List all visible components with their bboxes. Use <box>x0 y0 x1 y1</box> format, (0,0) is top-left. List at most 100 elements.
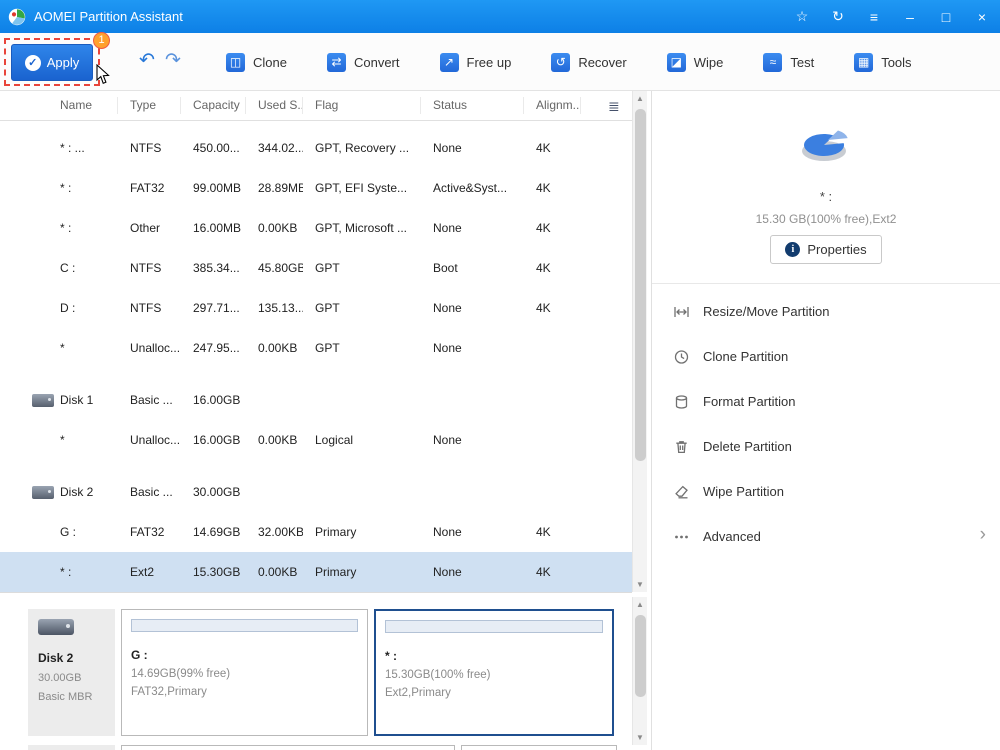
freeup-button[interactable]: ↗ Free up <box>439 52 511 72</box>
column-header[interactable]: Status <box>421 97 524 114</box>
column-header[interactable]: Name <box>0 97 118 114</box>
resize-icon <box>673 304 691 320</box>
disk-icon <box>38 619 74 635</box>
table-row-disk[interactable]: Disk 1 Basic ... 16.00GB <box>0 380 632 420</box>
action-clone-partition[interactable]: Clone Partition <box>652 334 1000 379</box>
cell-alignment: 4K <box>536 301 551 315</box>
wipe-icon: ◪ <box>666 52 686 72</box>
properties-button[interactable]: i Properties <box>770 235 882 264</box>
panel-divider <box>652 283 1000 284</box>
name-text: D : <box>60 301 76 315</box>
action-advanced[interactable]: Advanced › <box>652 514 1000 559</box>
cell-flag: GPT <box>315 341 340 355</box>
cell-name: C : <box>0 261 118 275</box>
minimize-icon[interactable]: – <box>892 0 928 33</box>
scroll-down-icon[interactable]: ▼ <box>633 577 647 592</box>
action-wipe-partition[interactable]: Wipe Partition <box>652 469 1000 514</box>
action-delete[interactable]: Delete Partition <box>652 424 1000 469</box>
properties-label: Properties <box>807 242 867 257</box>
cell-capacity: 15.30GB <box>193 565 241 579</box>
cell-status: None <box>433 221 462 235</box>
partition-info: 14.69GB(99% free) <box>131 668 231 680</box>
cell-name: Disk 2 <box>0 485 118 499</box>
table-row[interactable]: * Unalloc... 247.95... 0.00KB GPT None <box>0 328 632 368</box>
column-header[interactable]: Alignm... <box>524 97 581 114</box>
app-window: AOMEI Partition Assistant ☆ ↻ ≡ – □ × ✓ Apply… <box>0 0 1000 750</box>
scroll-up-icon[interactable]: ▲ <box>633 597 647 612</box>
toolbar: ✓ Apply 1 ↶ ↷ ◫ Clone ⇄ Convert ↗ Free up ↺ Rec… <box>0 32 1000 91</box>
column-header[interactable]: Used S... <box>246 97 303 114</box>
action-format[interactable]: Format Partition <box>652 379 1000 424</box>
column-header-filler <box>581 97 632 114</box>
disk-size: 30.00GB <box>38 672 82 684</box>
usage-bar <box>385 620 603 633</box>
action-resize[interactable]: Resize/Move Partition <box>652 289 1000 334</box>
cell-used: 0.00KB <box>258 221 298 235</box>
name-text: * : <box>60 221 72 235</box>
apply-highlight-outline: ✓ Apply 1 <box>4 32 110 86</box>
table-row-disk[interactable]: Disk 2 Basic ... 30.00GB <box>0 472 632 512</box>
recover-icon: ↺ <box>551 52 571 72</box>
cell-type: NTFS <box>130 261 162 275</box>
redo-button[interactable]: ↷ <box>165 49 181 72</box>
partition-name: * : <box>385 649 397 663</box>
disk-icon <box>32 393 54 407</box>
tools-button[interactable]: ▦ Tools <box>854 52 912 72</box>
undo-button[interactable]: ↶ <box>139 49 155 72</box>
scroll-up-icon[interactable]: ▲ <box>633 91 647 106</box>
partition-info: 15.30GB(100% free) <box>385 669 491 681</box>
column-header[interactable]: Type <box>118 97 181 114</box>
close-icon[interactable]: × <box>964 0 1000 33</box>
apply-button[interactable]: ✓ Apply <box>11 44 93 81</box>
disk-info-block[interactable]: Disk 2 30.00GB Basic MBR <box>28 609 115 736</box>
cell-name: Disk 1 <box>0 393 118 407</box>
disk-map-scrollbar[interactable]: ▲ ▼ <box>632 597 647 745</box>
partition-block-partial <box>121 745 455 750</box>
star-icon[interactable]: ☆ <box>784 0 820 33</box>
wipe-button[interactable]: ◪ Wipe <box>666 52 723 72</box>
table-row[interactable]: * : FAT32 99.00MB 28.89MB GPT, EFI Syste... A… <box>0 168 632 208</box>
recover-button[interactable]: ↺ Recover <box>551 52 627 72</box>
table-row[interactable]: * : Ext2 15.30GB 0.00KB Primary None 4K <box>0 552 632 592</box>
action-label: Advanced <box>703 529 761 544</box>
scroll-down-icon[interactable]: ▼ <box>633 730 647 745</box>
cell-name: * : ... <box>0 141 118 155</box>
convert-button[interactable]: ⇄ Convert <box>326 52 400 72</box>
column-header[interactable]: Capacity <box>181 97 246 114</box>
cell-capacity: 450.00... <box>193 141 240 155</box>
action-label: Resize/Move Partition <box>703 304 830 319</box>
table-row[interactable]: C : NTFS 385.34... 45.80GB GPT Boot 4K <box>0 248 632 288</box>
cell-flag: Logical <box>315 433 354 447</box>
cell-name: * : <box>0 181 118 195</box>
clone-button[interactable]: ◫ Clone <box>226 52 287 72</box>
pie-chart-icon <box>802 130 848 161</box>
name-text: * <box>60 341 65 355</box>
cell-flag: GPT <box>315 261 340 275</box>
table-row[interactable]: * : Other 16.00MB 0.00KB GPT, Microsoft ... N… <box>0 208 632 248</box>
scrollbar-thumb[interactable] <box>635 615 646 697</box>
disk-icon <box>32 485 54 499</box>
cell-capacity: 99.00MB <box>193 181 242 195</box>
column-options-icon[interactable]: ≣ <box>608 98 620 115</box>
table-row[interactable]: G : FAT32 14.69GB 32.00KB Primary None 4K <box>0 512 632 552</box>
scrollbar-thumb[interactable] <box>635 109 646 461</box>
table-scrollbar[interactable]: ▲ ▼ <box>632 91 647 592</box>
sync-icon[interactable]: ↻ <box>820 0 856 33</box>
apply-label: Apply <box>46 55 80 70</box>
table-row[interactable]: * : ... NTFS 450.00... 344.02... GPT, Recove… <box>0 128 632 168</box>
cell-used: 28.89MB <box>258 181 303 195</box>
menu-icon[interactable]: ≡ <box>856 0 892 33</box>
disk-info-block-partial <box>28 745 115 750</box>
cell-alignment: 4K <box>536 141 551 155</box>
disk-map-panel: Disk 2 30.00GB Basic MBR G : 14.69GB(99% … <box>0 592 632 750</box>
maximize-icon[interactable]: □ <box>928 0 964 33</box>
partition-block[interactable]: * : 15.30GB(100% free) Ext2,Primary <box>374 609 614 736</box>
cell-type: FAT32 <box>130 181 165 195</box>
column-header[interactable]: Flag <box>303 97 421 114</box>
table-row[interactable]: * Unalloc... 16.00GB 0.00KB Logical None <box>0 420 632 460</box>
cell-type: Basic ... <box>130 485 173 499</box>
cell-status: None <box>433 433 462 447</box>
table-row[interactable]: D : NTFS 297.71... 135.13... GPT None 4K <box>0 288 632 328</box>
test-button[interactable]: ≈ Test <box>763 52 814 72</box>
partition-block[interactable]: G : 14.69GB(99% free) FAT32,Primary <box>121 609 368 736</box>
